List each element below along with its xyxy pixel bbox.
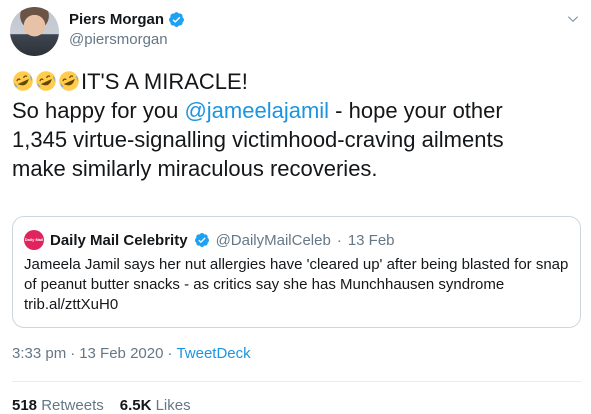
tweet-meta: 3:33 pm · 13 Feb 2020 · TweetDeck bbox=[12, 345, 251, 362]
tweet-line-2: So happy for you @jameelajamil - hope yo… bbox=[12, 96, 582, 125]
avatar[interactable] bbox=[10, 7, 59, 56]
quoted-tweet-header: Daily Mail Daily Mail Celebrity @DailyMa… bbox=[24, 230, 395, 250]
meta-separator: · bbox=[167, 345, 173, 362]
quoted-separator: · bbox=[336, 231, 342, 249]
retweets-stat[interactable]: 518 Retweets bbox=[12, 397, 104, 414]
likes-stat[interactable]: 6.5K Likes bbox=[120, 397, 191, 414]
chevron-down-icon[interactable] bbox=[566, 12, 580, 26]
verified-badge-icon bbox=[194, 233, 209, 247]
tweet-line-1-text: IT'S A MIRACLE! bbox=[81, 69, 248, 94]
tweet-card: Piers Morgan @piersmorgan IT'S A MIRACLE… bbox=[0, 0, 591, 414]
tweet-time[interactable]: 3:33 pm bbox=[12, 345, 66, 362]
quoted-tweet-text: Jameela Jamil says her nut allergies hav… bbox=[24, 256, 569, 313]
tweet-line-4: make similarly miraculous recoveries. bbox=[12, 156, 378, 181]
likes-count: 6.5K bbox=[119, 397, 152, 414]
rolling-on-floor-laughing-icon bbox=[36, 71, 56, 91]
tweet-line-3: 1,345 virtue-signalling victimhood-cravi… bbox=[12, 127, 504, 152]
retweets-count: 518 bbox=[12, 397, 38, 414]
verified-badge-icon bbox=[169, 12, 184, 27]
tweet-text: IT'S A MIRACLE! So happy for you @jameel… bbox=[12, 67, 582, 183]
quoted-display-name[interactable]: Daily Mail Celebrity bbox=[50, 232, 188, 249]
tweet-line-1: IT'S A MIRACLE! bbox=[12, 67, 582, 96]
retweets-label: Retweets bbox=[41, 397, 104, 414]
quoted-tweet[interactable]: Daily Mail Daily Mail Celebrity @DailyMa… bbox=[12, 216, 581, 328]
tweet-line-2-before: So happy for you bbox=[12, 98, 185, 123]
daily-mail-logo: Daily Mail bbox=[24, 230, 44, 250]
mention-link[interactable]: @jameelajamil bbox=[184, 98, 329, 123]
author-handle[interactable]: @piersmorgan bbox=[69, 31, 168, 48]
tweet-source-link[interactable]: TweetDeck bbox=[176, 345, 250, 362]
tweet-date[interactable]: 13 Feb 2020 bbox=[79, 345, 163, 362]
quoted-date[interactable]: 13 Feb bbox=[348, 232, 395, 249]
rolling-on-floor-laughing-icon bbox=[13, 71, 33, 91]
author-display-name[interactable]: Piers Morgan bbox=[69, 11, 164, 28]
author-name-row[interactable]: Piers Morgan bbox=[69, 11, 185, 28]
likes-label: Likes bbox=[155, 397, 191, 414]
divider bbox=[12, 381, 581, 382]
tweet-line-2-after: - hope your other bbox=[329, 98, 503, 123]
quoted-handle[interactable]: @DailyMailCeleb bbox=[216, 232, 331, 249]
rolling-on-floor-laughing-icon bbox=[59, 71, 79, 91]
tweet-stats: 518 Retweets 6.5K Likes bbox=[12, 397, 191, 414]
meta-separator: · bbox=[70, 345, 76, 362]
